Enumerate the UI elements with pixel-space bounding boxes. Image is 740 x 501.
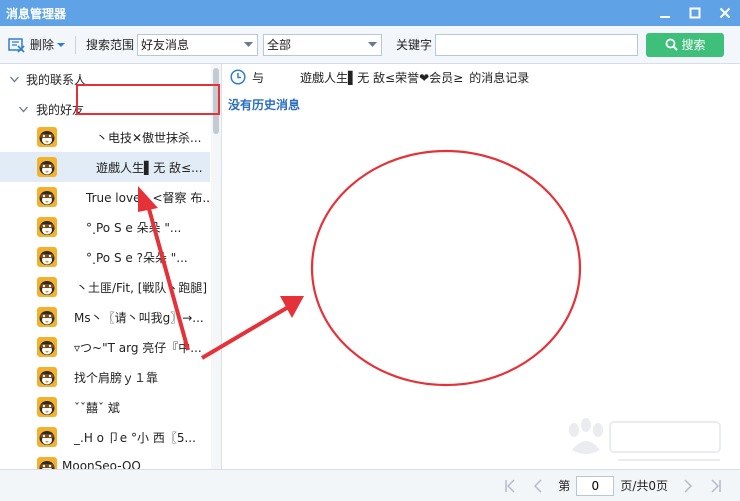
search-icon [665, 38, 678, 51]
friend-row[interactable]: _.H o 卩e °小 西〖5... [0, 422, 210, 452]
scope2-select-value: 全部 [267, 38, 292, 52]
window-title: 消息管理器 [6, 6, 67, 21]
window-controls [650, 0, 740, 26]
penguin-avatar-icon [37, 277, 57, 297]
tree-scrollbar[interactable] [211, 64, 221, 469]
chevron-right-icon [684, 478, 693, 493]
contact-tree: 我的联系人 我的好友 丶电技✕傲世抹杀... 遊戲人生▌无 敌≤... True l… [0, 64, 222, 469]
baidu-watermark-logo [569, 418, 721, 461]
delete-button[interactable]: 删除 [8, 33, 66, 57]
friend-row[interactable]: 丶土匪/Fit, [戦队丶跑腿] [0, 272, 210, 302]
friend-name: 丶电技✕傲世抹杀... [96, 131, 202, 145]
friend-row[interactable]: °˰Po S e 朵朵 "... [0, 212, 210, 242]
friend-name: Ms丶〖请丶叫我g〗→... [74, 311, 204, 325]
friend-name: ▿つ~"T arg 亮仔『中... [74, 341, 202, 355]
penguin-avatar-icon [37, 217, 57, 237]
selection-highlight-box [76, 84, 220, 115]
penguin-avatar-icon [37, 187, 57, 207]
friend-row[interactable]: 遊戲人生▌无 敌≤... [0, 152, 210, 182]
friend-name: °˰Po S e 朵朵 "... [86, 221, 182, 235]
penguin-avatar-icon [37, 427, 57, 447]
message-record-panel: 与 遊戲人生▌无 敌≤荣誉❤会员≥ 的消息记录 没有历史消息 [222, 64, 740, 469]
record-contact-name: 遊戲人生▌无 敌≤荣誉❤会员≥ [300, 70, 464, 85]
minimize-button[interactable] [650, 0, 680, 26]
friend-name: °˰Po S e ?朵朵 "... [86, 251, 188, 265]
friend-name: MoonSeo-QQ [62, 459, 141, 469]
page-prefix-label: 第 [558, 479, 571, 493]
record-suffix: 的消息记录 [469, 70, 530, 85]
maximize-icon [689, 7, 701, 19]
minimize-icon [660, 16, 670, 18]
penguin-avatar-icon [37, 337, 57, 357]
scope-select-value: 好友消息 [141, 38, 190, 52]
friend-row[interactable]: True love丶<督察 布... [0, 182, 214, 212]
close-icon [719, 7, 731, 19]
scope-label: 搜索范围 [86, 38, 135, 52]
first-page-icon [505, 478, 515, 493]
close-button[interactable] [710, 0, 740, 26]
friend-row[interactable]: ˇˇ囍ˇ 斌 [0, 392, 210, 422]
toolbar: 删除 搜索范围 好友消息 全部 关键字 搜索 [0, 26, 740, 64]
penguin-avatar-icon [37, 307, 57, 327]
friend-row[interactable]: MoonSeo-QQ [0, 452, 210, 469]
empty-history-message: 没有历史消息 [228, 98, 301, 112]
friend-name: 丶土匪/Fit, [戦队丶跑腿] [76, 281, 208, 295]
record-header: 与 遊戲人生▌无 敌≤荣誉❤会员≥ 的消息记录 [230, 68, 529, 86]
penguin-avatar-icon [37, 367, 57, 387]
title-bar: 消息管理器 [0, 0, 740, 26]
collapse-arrow-icon[interactable] [17, 106, 29, 113]
collapse-arrow-icon[interactable] [8, 76, 20, 83]
friend-row[interactable]: 丶电技✕傲世抹杀... [0, 122, 210, 152]
clock-icon [230, 69, 246, 85]
friend-row[interactable]: °˰Po S e ?朵朵 "... [0, 242, 210, 272]
penguin-avatar-icon [37, 127, 57, 147]
friend-name: ˇˇ囍ˇ 斌 [74, 401, 120, 415]
friend-name: True love丶<督察 布... [86, 191, 214, 205]
chevron-left-icon [534, 478, 542, 493]
chevron-down-icon [367, 41, 377, 47]
chevron-down-icon [57, 42, 66, 47]
scope2-select[interactable]: 全部 [263, 33, 383, 56]
record-with-label: 与 [252, 70, 265, 85]
penguin-avatar-icon [37, 457, 57, 469]
last-page-icon [711, 478, 721, 493]
scope-select[interactable]: 好友消息 [137, 33, 259, 56]
prev-page-button[interactable] [526, 474, 550, 498]
first-page-button[interactable] [498, 474, 522, 498]
friend-row[interactable]: Ms丶〖请丶叫我g〗→... [0, 302, 210, 332]
next-page-button[interactable] [676, 474, 700, 498]
maximize-button[interactable] [680, 0, 710, 26]
friend-row[interactable]: ▿つ~"T arg 亮仔『中... [0, 332, 210, 362]
toolbar-divider [75, 35, 77, 54]
pager-bar: 第 页/共0页 [0, 469, 740, 501]
pager: 第 页/共0页 [496, 474, 730, 498]
friend-row[interactable]: 找个肩膀ｙ１靠 [0, 362, 210, 392]
search-button-label: 搜索 [681, 38, 706, 52]
scope-dropdown-arrow[interactable] [239, 35, 257, 55]
delete-label: 删除 [30, 38, 55, 52]
delete-icon [8, 37, 25, 53]
keyword-input[interactable] [435, 33, 639, 56]
last-page-button[interactable] [704, 474, 728, 498]
chevron-down-icon [243, 41, 253, 47]
page-number-input[interactable] [576, 475, 615, 496]
friend-name: _.H o 卩e °小 西〖5... [74, 431, 196, 445]
scope2-dropdown-arrow[interactable] [363, 35, 381, 55]
penguin-avatar-icon [37, 157, 57, 177]
penguin-avatar-icon [37, 247, 57, 267]
keyword-label: 关键字 [396, 38, 433, 52]
friend-name: 找个肩膀ｙ１靠 [74, 371, 159, 385]
page-total-label: 页/共0页 [620, 479, 668, 493]
search-button[interactable]: 搜索 [646, 32, 725, 57]
friend-name: 遊戲人生▌无 敌≤... [96, 161, 203, 175]
penguin-avatar-icon [37, 397, 57, 417]
